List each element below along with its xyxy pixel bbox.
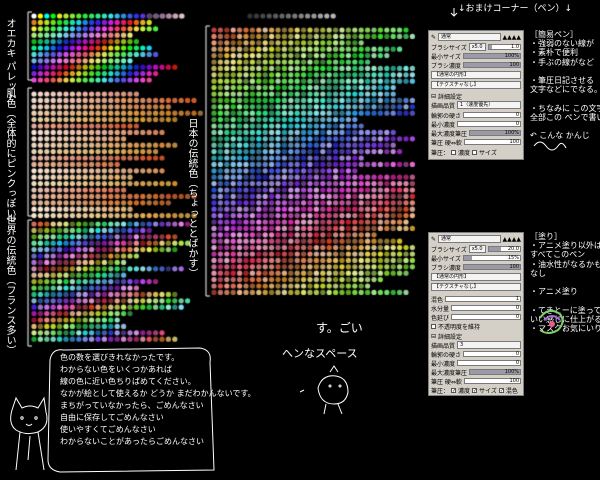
paint-sample (539, 309, 564, 334)
doodles (10, 8, 567, 473)
cat-doodle (10, 396, 48, 471)
bird-doodle (299, 365, 349, 415)
speech-bubble (47, 347, 215, 473)
header-arrow-icon (450, 8, 458, 17)
swirl-doodle (533, 141, 567, 151)
